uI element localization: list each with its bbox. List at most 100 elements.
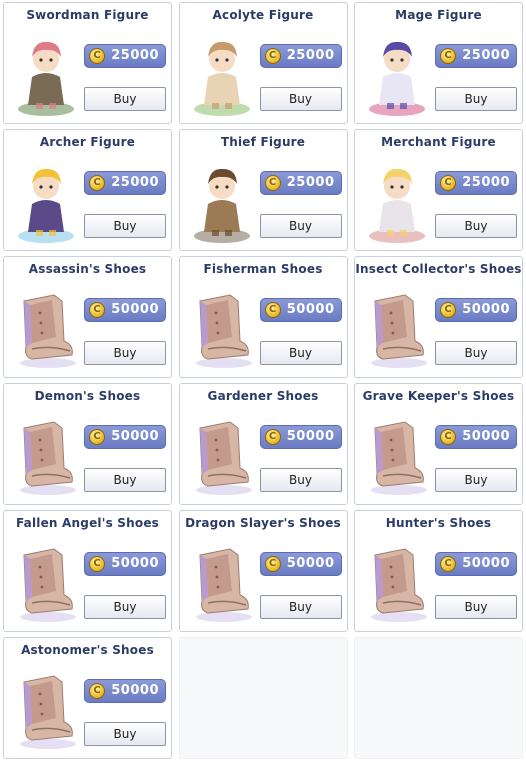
item-name: Grave Keeper's Shoes [362, 389, 515, 403]
price-value: 25000 [286, 175, 335, 190]
price-value: 50000 [111, 683, 159, 698]
coin-icon: C [89, 175, 105, 191]
coin-symbol: C [444, 177, 452, 188]
coin-icon: C [440, 429, 456, 445]
price-value: 50000 [462, 556, 510, 571]
price-value: 25000 [111, 48, 159, 63]
coin-icon: C [89, 556, 105, 572]
coin-symbol: C [93, 685, 101, 696]
coin-icon: C [89, 429, 105, 445]
coin-icon: C [440, 48, 456, 64]
coin-icon: C [264, 556, 281, 572]
merchant-figure-icon [361, 156, 433, 246]
price-value: 25000 [462, 175, 510, 190]
coin-symbol: C [268, 50, 277, 61]
shop-item-card: Fisherman Shoes C 50000 Buy [178, 256, 348, 378]
mage-figure-icon [361, 29, 433, 119]
buy-button[interactable]: Buy [259, 468, 342, 492]
buy-button[interactable]: Buy [435, 214, 517, 238]
buy-button[interactable]: Buy [84, 341, 166, 365]
price-value: 50000 [111, 556, 159, 571]
coin-icon: C [89, 48, 105, 64]
price-tag: C 50000 [84, 298, 166, 322]
coin-symbol: C [268, 431, 277, 442]
item-name: Assassin's Shoes [28, 262, 147, 276]
shoes-icon [10, 410, 82, 500]
price-value: 50000 [462, 302, 510, 317]
shop-item-card: Swordman Figure C 25000 Buy [3, 2, 172, 124]
price-tag: C 50000 [259, 425, 342, 449]
shop-item-card: Thief Figure C 25000 Buy [178, 129, 348, 251]
price-value: 50000 [286, 429, 335, 444]
item-name: Merchant Figure [381, 135, 496, 149]
coin-icon: C [264, 175, 281, 191]
buy-button[interactable]: Buy [259, 87, 342, 111]
item-name: Dragon Slayer's Shoes [185, 516, 341, 530]
buy-button[interactable]: Buy [259, 214, 342, 238]
archer-figure-icon [10, 156, 82, 246]
shop-item-card: Astonomer's Shoes C 50000 Buy [3, 637, 172, 759]
shoes-icon [186, 410, 258, 500]
shop-item-card: Archer Figure C 25000 Buy [3, 129, 172, 251]
coin-symbol: C [93, 177, 101, 188]
shoes-icon [10, 283, 82, 373]
buy-button[interactable]: Buy [435, 341, 517, 365]
shop-item-card: Merchant Figure C 25000 Buy [354, 129, 523, 251]
shoes-icon [186, 537, 258, 627]
shop-item-card: Acolyte Figure C 25000 Buy [178, 2, 348, 124]
coin-symbol: C [268, 304, 277, 315]
price-tag: C 50000 [259, 298, 342, 322]
coin-symbol: C [93, 431, 101, 442]
item-name: Insect Collector's Shoes [355, 262, 522, 276]
price-tag: C 25000 [259, 44, 342, 68]
price-tag: C 50000 [84, 552, 166, 576]
shoes-icon [186, 283, 258, 373]
price-value: 25000 [111, 175, 159, 190]
shop-item-card: Mage Figure C 25000 Buy [354, 2, 523, 124]
coin-icon: C [440, 556, 456, 572]
coin-symbol: C [444, 304, 452, 315]
price-tag: C 25000 [435, 171, 517, 195]
coin-icon: C [264, 302, 281, 318]
buy-button[interactable]: Buy [435, 87, 517, 111]
swordman-figure-icon [10, 29, 82, 119]
shoes-icon [361, 537, 433, 627]
item-name: Archer Figure [39, 135, 136, 149]
shop-item-card: Fallen Angel's Shoes C 50000 Buy [3, 510, 172, 632]
coin-icon: C [440, 302, 456, 318]
thief-figure-icon [186, 156, 258, 246]
price-value: 50000 [111, 302, 159, 317]
price-tag: C 25000 [435, 44, 517, 68]
buy-button[interactable]: Buy [435, 595, 517, 619]
buy-button[interactable]: Buy [84, 722, 166, 746]
price-value: 25000 [462, 48, 510, 63]
coin-icon: C [89, 302, 105, 318]
price-tag: C 25000 [84, 44, 166, 68]
coin-symbol: C [444, 431, 452, 442]
item-name: Acolyte Figure [212, 8, 314, 22]
coin-symbol: C [93, 304, 101, 315]
shop-item-card: Hunter's Shoes C 50000 Buy [354, 510, 523, 632]
buy-button[interactable]: Buy [84, 87, 166, 111]
price-tag: C 25000 [259, 171, 342, 195]
item-name: Fisherman Shoes [203, 262, 323, 276]
buy-button[interactable]: Buy [84, 468, 166, 492]
buy-button[interactable]: Buy [84, 214, 166, 238]
buy-button[interactable]: Buy [84, 595, 166, 619]
coin-symbol: C [268, 177, 277, 188]
shop-item-card: Grave Keeper's Shoes C 50000 Buy [354, 383, 523, 505]
item-name: Gardener Shoes [207, 389, 319, 403]
item-name: Mage Figure [395, 8, 482, 22]
shoes-icon [361, 410, 433, 500]
price-tag: C 50000 [435, 552, 517, 576]
price-tag: C 50000 [84, 679, 166, 703]
shop-item-card: Assassin's Shoes C 50000 Buy [3, 256, 172, 378]
buy-button[interactable]: Buy [435, 468, 517, 492]
item-name: Fallen Angel's Shoes [15, 516, 160, 530]
empty-slot [178, 637, 348, 759]
price-value: 50000 [286, 556, 335, 571]
buy-button[interactable]: Buy [259, 595, 342, 619]
buy-button[interactable]: Buy [259, 341, 342, 365]
shop-item-grid: Swordman Figure C 25000 Buy Acolyte Figure C 2… [0, 0, 526, 765]
price-value: 50000 [111, 429, 159, 444]
